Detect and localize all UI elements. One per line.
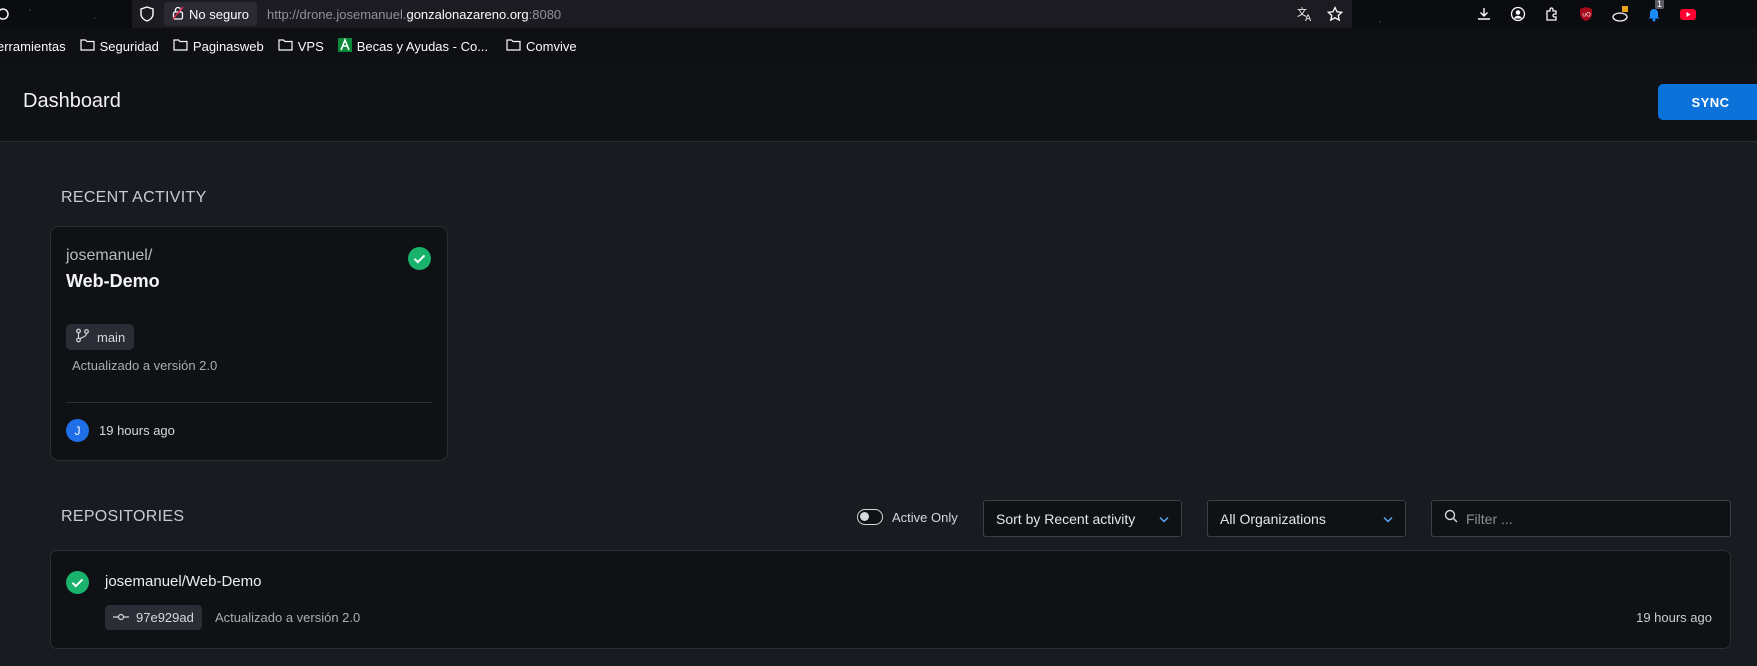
active-only-toggle[interactable]: Active Only [857, 509, 958, 525]
commit-message: Actualizado a versión 2.0 [215, 610, 361, 625]
repositories-heading: REPOSITORIES [61, 508, 185, 525]
bookmark-paginasweb[interactable]: Paginasweb [173, 38, 264, 54]
security-label: No seguro [189, 6, 249, 22]
folder-icon [173, 38, 188, 54]
shield-icon[interactable] [132, 0, 162, 28]
recent-activity-heading: RECENT ACTIVITY [61, 189, 207, 206]
folder-icon [278, 38, 293, 54]
page-title: Dashboard [23, 90, 121, 112]
notification-count: 1 [1655, 0, 1665, 9]
git-commit-icon [113, 610, 129, 625]
security-indicator[interactable]: No seguro [164, 2, 257, 26]
repo-name: Web-Demo [66, 271, 160, 291]
extensions-icon[interactable] [1543, 5, 1561, 23]
bookmark-star-icon[interactable] [1326, 5, 1344, 23]
repository-time: 19 hours ago [1636, 610, 1712, 625]
chevron-down-icon [1381, 512, 1395, 529]
folder-icon [506, 38, 521, 54]
url-text[interactable]: http://drone.josemanuel.gonzalonazareno.… [267, 7, 561, 22]
recent-activity-card[interactable]: josemanuel/ Web-Demo main Actualizado a … [50, 226, 448, 461]
site-logo-icon [337, 37, 352, 55]
downloads-icon[interactable] [1475, 5, 1493, 23]
branch-name: main [97, 329, 126, 345]
build-success-icon [66, 571, 89, 599]
ublock-icon[interactable]: uO [1577, 5, 1595, 23]
sort-select[interactable]: Sort by Recent activity [983, 500, 1182, 537]
bookmark-becas[interactable]: Becas y Ayudas - Co... [337, 37, 488, 55]
avatar: J [66, 419, 89, 442]
repo-namespace: josemanuel/ [66, 247, 153, 264]
extension-cat-icon[interactable] [1611, 5, 1629, 23]
activity-time: 19 hours ago [99, 423, 175, 438]
svg-text:uO: uO [1582, 12, 1591, 19]
bookmarks-bar: erramientas Seguridad Paginasweb VPS Bec… [0, 28, 1757, 64]
notification-bell-icon[interactable]: 1 [1645, 0, 1665, 23]
bookmark-seguridad[interactable]: Seguridad [80, 38, 159, 54]
youtube-icon[interactable] [1679, 5, 1697, 23]
organization-select-value: All Organizations [1220, 510, 1326, 527]
insecure-lock-icon [172, 6, 184, 23]
address-bar[interactable]: No seguro http://drone.josemanuel.gonzal… [132, 0, 1352, 28]
translate-icon[interactable]: 文A [1296, 5, 1314, 23]
refresh-icon[interactable] [0, 5, 12, 23]
build-success-icon [408, 247, 431, 275]
card-divider [66, 402, 432, 403]
folder-icon [80, 38, 95, 54]
sort-select-value: Sort by Recent activity [996, 510, 1136, 527]
repository-row[interactable]: josemanuel/Web-Demo 97e929ad Actualizado… [50, 550, 1731, 649]
chevron-down-icon [1157, 512, 1171, 529]
bookmark-vps[interactable]: VPS [278, 38, 324, 54]
git-branch-icon [75, 328, 90, 346]
commit-message: Actualizado a versión 2.0 [72, 358, 218, 373]
filter-field[interactable] [1431, 500, 1731, 537]
browser-toolbar: No seguro http://drone.josemanuel.gonzal… [0, 0, 1757, 28]
repository-name[interactable]: josemanuel/Web-Demo [105, 573, 261, 590]
svg-text:A: A [1305, 14, 1312, 22]
branch-chip: main [66, 324, 135, 350]
bookmark-herramientas[interactable]: erramientas [0, 39, 66, 54]
commit-chip[interactable]: 97e929ad [105, 605, 202, 630]
filter-input[interactable] [1466, 510, 1716, 527]
commit-hash: 97e929ad [136, 610, 194, 625]
sync-button[interactable]: SYNC [1658, 84, 1757, 120]
active-only-label: Active Only [892, 509, 958, 525]
organization-select[interactable]: All Organizations [1207, 500, 1406, 537]
search-icon [1444, 509, 1458, 528]
app-header: Dashboard SYNC [0, 64, 1757, 142]
toggle-switch[interactable] [857, 509, 883, 525]
account-icon[interactable] [1509, 5, 1527, 23]
bookmark-comvive[interactable]: Comvive [506, 38, 577, 54]
